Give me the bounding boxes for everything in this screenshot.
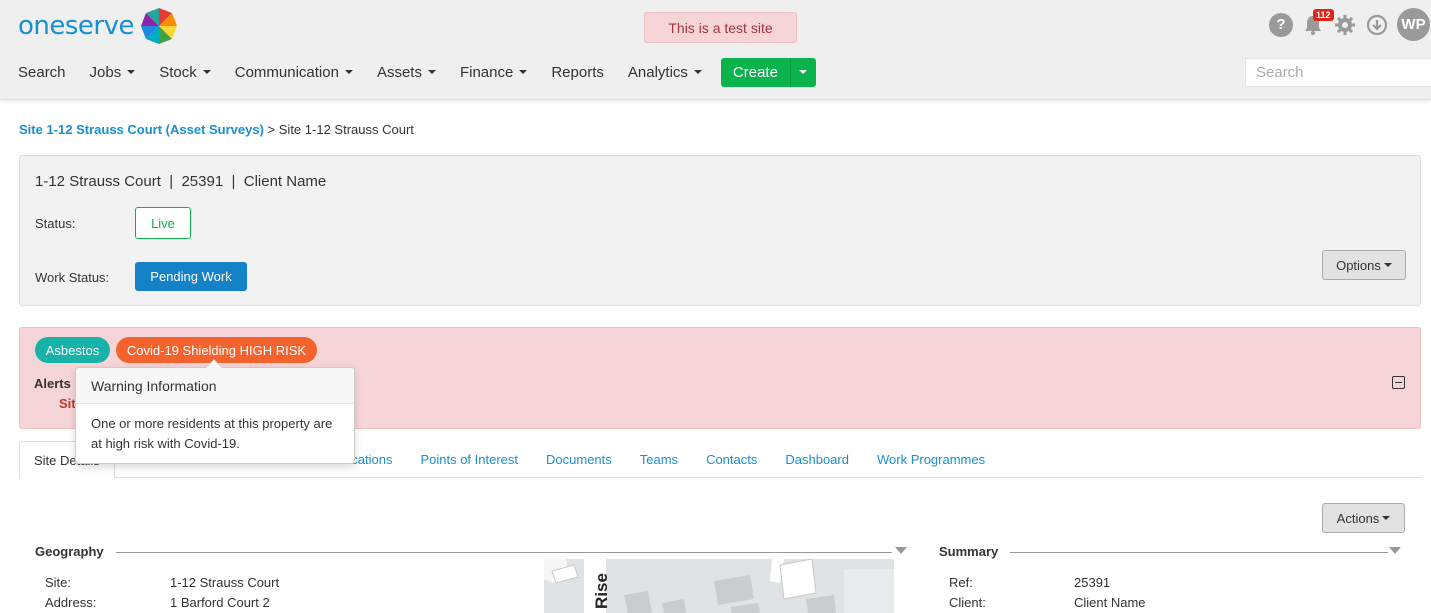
- geography-collapse-icon[interactable]: [895, 547, 907, 554]
- breadcrumb: Site 1-12 Strauss Court (Asset Surveys) …: [19, 122, 414, 137]
- caret-down-icon: [202, 70, 211, 74]
- geography-title: Geography: [35, 544, 116, 559]
- nav-stock[interactable]: Stock: [159, 64, 211, 81]
- status-label: Status:: [35, 216, 76, 231]
- geo-address-value: 1 Barford Court 2: [170, 595, 270, 610]
- asbestos-tag[interactable]: Asbestos: [35, 337, 110, 363]
- gear-icon[interactable]: [1333, 13, 1357, 37]
- summary-divider: [1005, 552, 1388, 553]
- tab-points-of-interest[interactable]: Points of Interest: [406, 441, 532, 478]
- warning-popover: Warning Information One or more resident…: [75, 359, 355, 464]
- site-map[interactable]: Rise: [544, 559, 894, 613]
- work-status-label: Work Status:: [35, 270, 110, 285]
- create-button[interactable]: Create: [720, 57, 791, 87]
- help-icon[interactable]: ?: [1269, 12, 1293, 37]
- caret-down-icon: [693, 70, 702, 74]
- tab-contacts[interactable]: Contacts: [692, 441, 771, 478]
- nav-jobs[interactable]: Jobs: [90, 64, 136, 81]
- breadcrumb-separator: >: [263, 122, 279, 137]
- summary-ref-value: 25391: [1074, 575, 1111, 590]
- tab-documents[interactable]: Documents: [532, 441, 626, 478]
- tab-teams[interactable]: Teams: [626, 441, 692, 478]
- popover-title: Warning Information: [76, 368, 354, 404]
- nav-reports[interactable]: Reports: [551, 64, 604, 81]
- caret-down-icon: [799, 70, 808, 74]
- geo-site-label: Site:: [45, 575, 72, 590]
- user-avatar[interactable]: WP: [1397, 8, 1430, 41]
- alerts-label: Alerts: [34, 376, 71, 391]
- site-summary-panel: 1-12 Strauss Court | 25391 | Client Name…: [19, 155, 1421, 306]
- oneserve-logo[interactable]: oneserve: [18, 7, 178, 45]
- notification-badge: 112: [1313, 8, 1334, 21]
- map-street-label: Rise: [591, 573, 611, 609]
- global-search-input[interactable]: Search: [1245, 58, 1431, 87]
- create-dropdown-toggle[interactable]: [790, 57, 816, 87]
- nav-analytics[interactable]: Analytics: [628, 64, 702, 81]
- summary-client-label: Client:: [949, 595, 986, 610]
- breadcrumb-current: Site 1-12 Strauss Court: [278, 122, 414, 137]
- tab-work-programmes[interactable]: Work Programmes: [863, 441, 999, 478]
- tab-dashboard[interactable]: Dashboard: [771, 441, 863, 478]
- summary-collapse-icon[interactable]: [1389, 547, 1401, 554]
- download-icon[interactable]: [1365, 13, 1389, 37]
- caret-down-icon: [344, 70, 353, 74]
- geography-divider: [110, 552, 892, 553]
- nav-search[interactable]: Search: [18, 64, 66, 81]
- download-glyph-icon: [1366, 14, 1388, 35]
- summary-title: Summary: [939, 544, 1011, 559]
- nav-communication[interactable]: Communication: [235, 64, 353, 81]
- test-site-banner: This is a test site: [644, 12, 797, 43]
- notifications-bell-icon[interactable]: 112: [1301, 8, 1334, 37]
- caret-down-icon: [1383, 263, 1392, 267]
- caret-down-icon: [427, 70, 436, 74]
- nav-assets[interactable]: Assets: [377, 64, 436, 81]
- status-badge[interactable]: Live: [135, 207, 191, 239]
- create-button-group: Create: [720, 57, 816, 87]
- caret-down-icon: [127, 70, 136, 74]
- logo-text: oneserve: [18, 11, 135, 41]
- summary-ref-label: Ref:: [949, 575, 973, 590]
- popover-body: One or more residents at this property a…: [91, 416, 333, 451]
- caret-down-icon: [1382, 516, 1391, 520]
- geo-site-value: 1-12 Strauss Court: [170, 575, 280, 590]
- breadcrumb-parent-link[interactable]: Site 1-12 Strauss Court (Asset Surveys): [19, 122, 264, 137]
- main-nav: Search Jobs Stock Communication Assets F…: [18, 57, 816, 87]
- collapse-icon[interactable]: [1392, 376, 1405, 389]
- actions-button[interactable]: Actions: [1322, 503, 1405, 533]
- geo-address-label: Address:: [45, 595, 97, 610]
- gear-glyph-icon: [1335, 14, 1355, 35]
- summary-client-value: Client Name: [1074, 595, 1146, 610]
- nav-finance[interactable]: Finance: [460, 64, 528, 81]
- site-title: 1-12 Strauss Court | 25391 | Client Name: [35, 173, 327, 190]
- options-button[interactable]: Options: [1322, 250, 1406, 280]
- caret-down-icon: [519, 70, 528, 74]
- top-bar: oneserve This is a test site ? 112 WP Se…: [0, 0, 1431, 100]
- logo-mark-icon: [141, 8, 177, 44]
- top-icons: ? 112 WP: [1269, 8, 1431, 41]
- work-status-button[interactable]: Pending Work: [135, 262, 247, 291]
